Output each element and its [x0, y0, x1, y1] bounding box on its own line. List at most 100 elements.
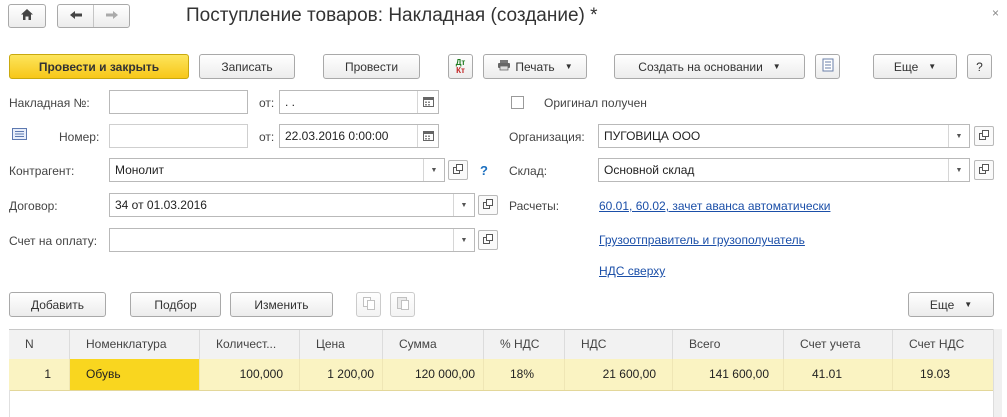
organization-field[interactable]: ПУГОВИЦА ООО ▼ [598, 124, 970, 148]
report-button[interactable] [815, 54, 840, 79]
column-header-vat-account[interactable]: Счет НДС [893, 330, 993, 359]
shipper-consignee-link[interactable]: Грузоотправитель и грузополучатель [599, 233, 805, 247]
number-field[interactable] [109, 124, 248, 148]
counterparty-field[interactable]: Монолит ▼ [109, 158, 445, 182]
column-header-nomenclature[interactable]: Номенклатура [70, 330, 200, 359]
column-header-account[interactable]: Счет учета [784, 330, 893, 359]
cell-quantity[interactable]: 100,000 [200, 359, 300, 390]
column-header-vat-rate[interactable]: % НДС [484, 330, 565, 359]
chevron-down-icon: ▼ [772, 62, 781, 71]
warehouse-field[interactable]: Основной склад ▼ [598, 158, 970, 182]
arrow-left-icon [69, 9, 83, 23]
cell-nomenclature[interactable]: Обувь [70, 359, 200, 390]
back-button[interactable] [58, 5, 94, 27]
column-header-total[interactable]: Всего [673, 330, 784, 359]
calendar-icon[interactable] [417, 125, 438, 147]
number-label: Номер: [59, 130, 100, 144]
open-icon [979, 163, 989, 177]
open-icon [483, 233, 493, 247]
invoice-for-payment-field[interactable]: ▼ [109, 228, 475, 252]
create-based-on-label: Создать на основании [638, 59, 763, 74]
pick-button[interactable]: Подбор [130, 292, 221, 317]
invoice-number-label: Накладная №: [9, 96, 90, 110]
paste-icon [396, 296, 409, 313]
nav-buttons [57, 4, 130, 28]
help-button[interactable]: ? [967, 54, 992, 79]
counterparty-label: Контрагент: [9, 164, 75, 178]
more-button[interactable]: Еще ▼ [873, 54, 957, 79]
print-label: Печать [515, 59, 555, 74]
counterparty-help-icon[interactable]: ? [480, 163, 488, 178]
column-header-n[interactable]: N [9, 330, 70, 359]
open-contract-button[interactable] [478, 195, 498, 215]
invoice-date-label: от: [259, 96, 275, 110]
vat-on-top-link[interactable]: НДС сверху [599, 264, 665, 278]
cell-vat[interactable]: 21 600,00 [565, 359, 673, 390]
table-row[interactable]: 1 Обувь 100,000 1 200,00 120 000,00 18% … [9, 359, 993, 391]
open-icon [453, 163, 463, 177]
add-button[interactable]: Добавить [9, 292, 106, 317]
dt-kt-icon: Дт Кт [455, 57, 466, 75]
contract-label: Договор: [9, 199, 58, 213]
window-title: Поступление товаров: Накладная (создание… [186, 5, 598, 26]
paste-button[interactable] [390, 292, 415, 317]
home-icon [20, 8, 34, 24]
date-label: от: [259, 130, 275, 144]
cell-total[interactable]: 141 600,00 [673, 359, 784, 390]
warehouse-label: Склад: [509, 164, 548, 178]
chevron-down-icon[interactable]: ▼ [453, 229, 474, 251]
cell-n[interactable]: 1 [9, 359, 70, 390]
dt-kt-button[interactable]: Дт Кт [448, 54, 473, 79]
column-header-price[interactable]: Цена [300, 330, 383, 359]
chevron-down-icon: ▼ [564, 62, 573, 71]
table-scrollbar[interactable] [993, 329, 1002, 417]
invoice-for-payment-label: Счет на оплату: [9, 234, 98, 248]
list-icon [12, 128, 27, 143]
open-counterparty-button[interactable] [448, 160, 468, 180]
change-button[interactable]: Изменить [230, 292, 333, 317]
table-body [9, 390, 995, 417]
cell-vat-account[interactable]: 19.03 [893, 359, 993, 390]
organization-label: Организация: [509, 130, 585, 144]
create-based-on-button[interactable]: Создать на основании ▼ [614, 54, 805, 79]
open-icon [979, 129, 989, 143]
cell-price[interactable]: 1 200,00 [300, 359, 383, 390]
chevron-down-icon[interactable]: ▼ [948, 125, 969, 147]
original-received-checkbox[interactable] [511, 96, 524, 109]
cell-vat-rate[interactable]: 18% [484, 359, 565, 390]
copy-icon [362, 296, 375, 313]
forward-button[interactable] [94, 5, 129, 27]
table-header: N Номенклатура Количест... Цена Сумма % … [9, 329, 993, 360]
invoice-date-field[interactable]: . . [279, 90, 439, 114]
cell-sum[interactable]: 120 000,00 [383, 359, 484, 390]
chevron-down-icon[interactable]: ▼ [453, 194, 474, 216]
settlements-link[interactable]: 60.01, 60.02, зачет аванса автоматически [599, 199, 830, 213]
contract-field[interactable]: 34 от 01.03.2016 ▼ [109, 193, 475, 217]
column-header-vat[interactable]: НДС [565, 330, 673, 359]
date-field[interactable]: 22.03.2016 0:00:00 [279, 124, 439, 148]
home-button[interactable] [8, 4, 46, 28]
document-icon [822, 58, 834, 75]
chevron-down-icon: ▼ [964, 300, 973, 309]
open-icon [483, 198, 493, 212]
print-button[interactable]: Печать ▼ [483, 54, 587, 79]
chevron-down-icon[interactable]: ▼ [423, 159, 444, 181]
save-button[interactable]: Записать [199, 54, 295, 79]
calendar-icon[interactable] [417, 91, 438, 113]
post-and-close-button[interactable]: Провести и закрыть [9, 54, 189, 79]
column-header-quantity[interactable]: Количест... [200, 330, 300, 359]
open-warehouse-button[interactable] [974, 160, 994, 180]
invoice-number-field[interactable] [109, 90, 248, 114]
post-button[interactable]: Провести [323, 54, 420, 79]
copy-button[interactable] [356, 292, 381, 317]
chevron-down-icon[interactable]: ▼ [948, 159, 969, 181]
open-invoice-for-payment-button[interactable] [478, 230, 498, 250]
cell-account[interactable]: 41.01 [784, 359, 893, 390]
column-header-sum[interactable]: Сумма [383, 330, 484, 359]
table-more-label: Еще [929, 297, 955, 312]
arrow-right-icon [105, 9, 119, 23]
original-received-label: Оригинал получен [544, 96, 647, 110]
close-icon[interactable]: × [992, 6, 999, 20]
table-more-button[interactable]: Еще ▼ [908, 292, 994, 317]
open-organization-button[interactable] [974, 126, 994, 146]
